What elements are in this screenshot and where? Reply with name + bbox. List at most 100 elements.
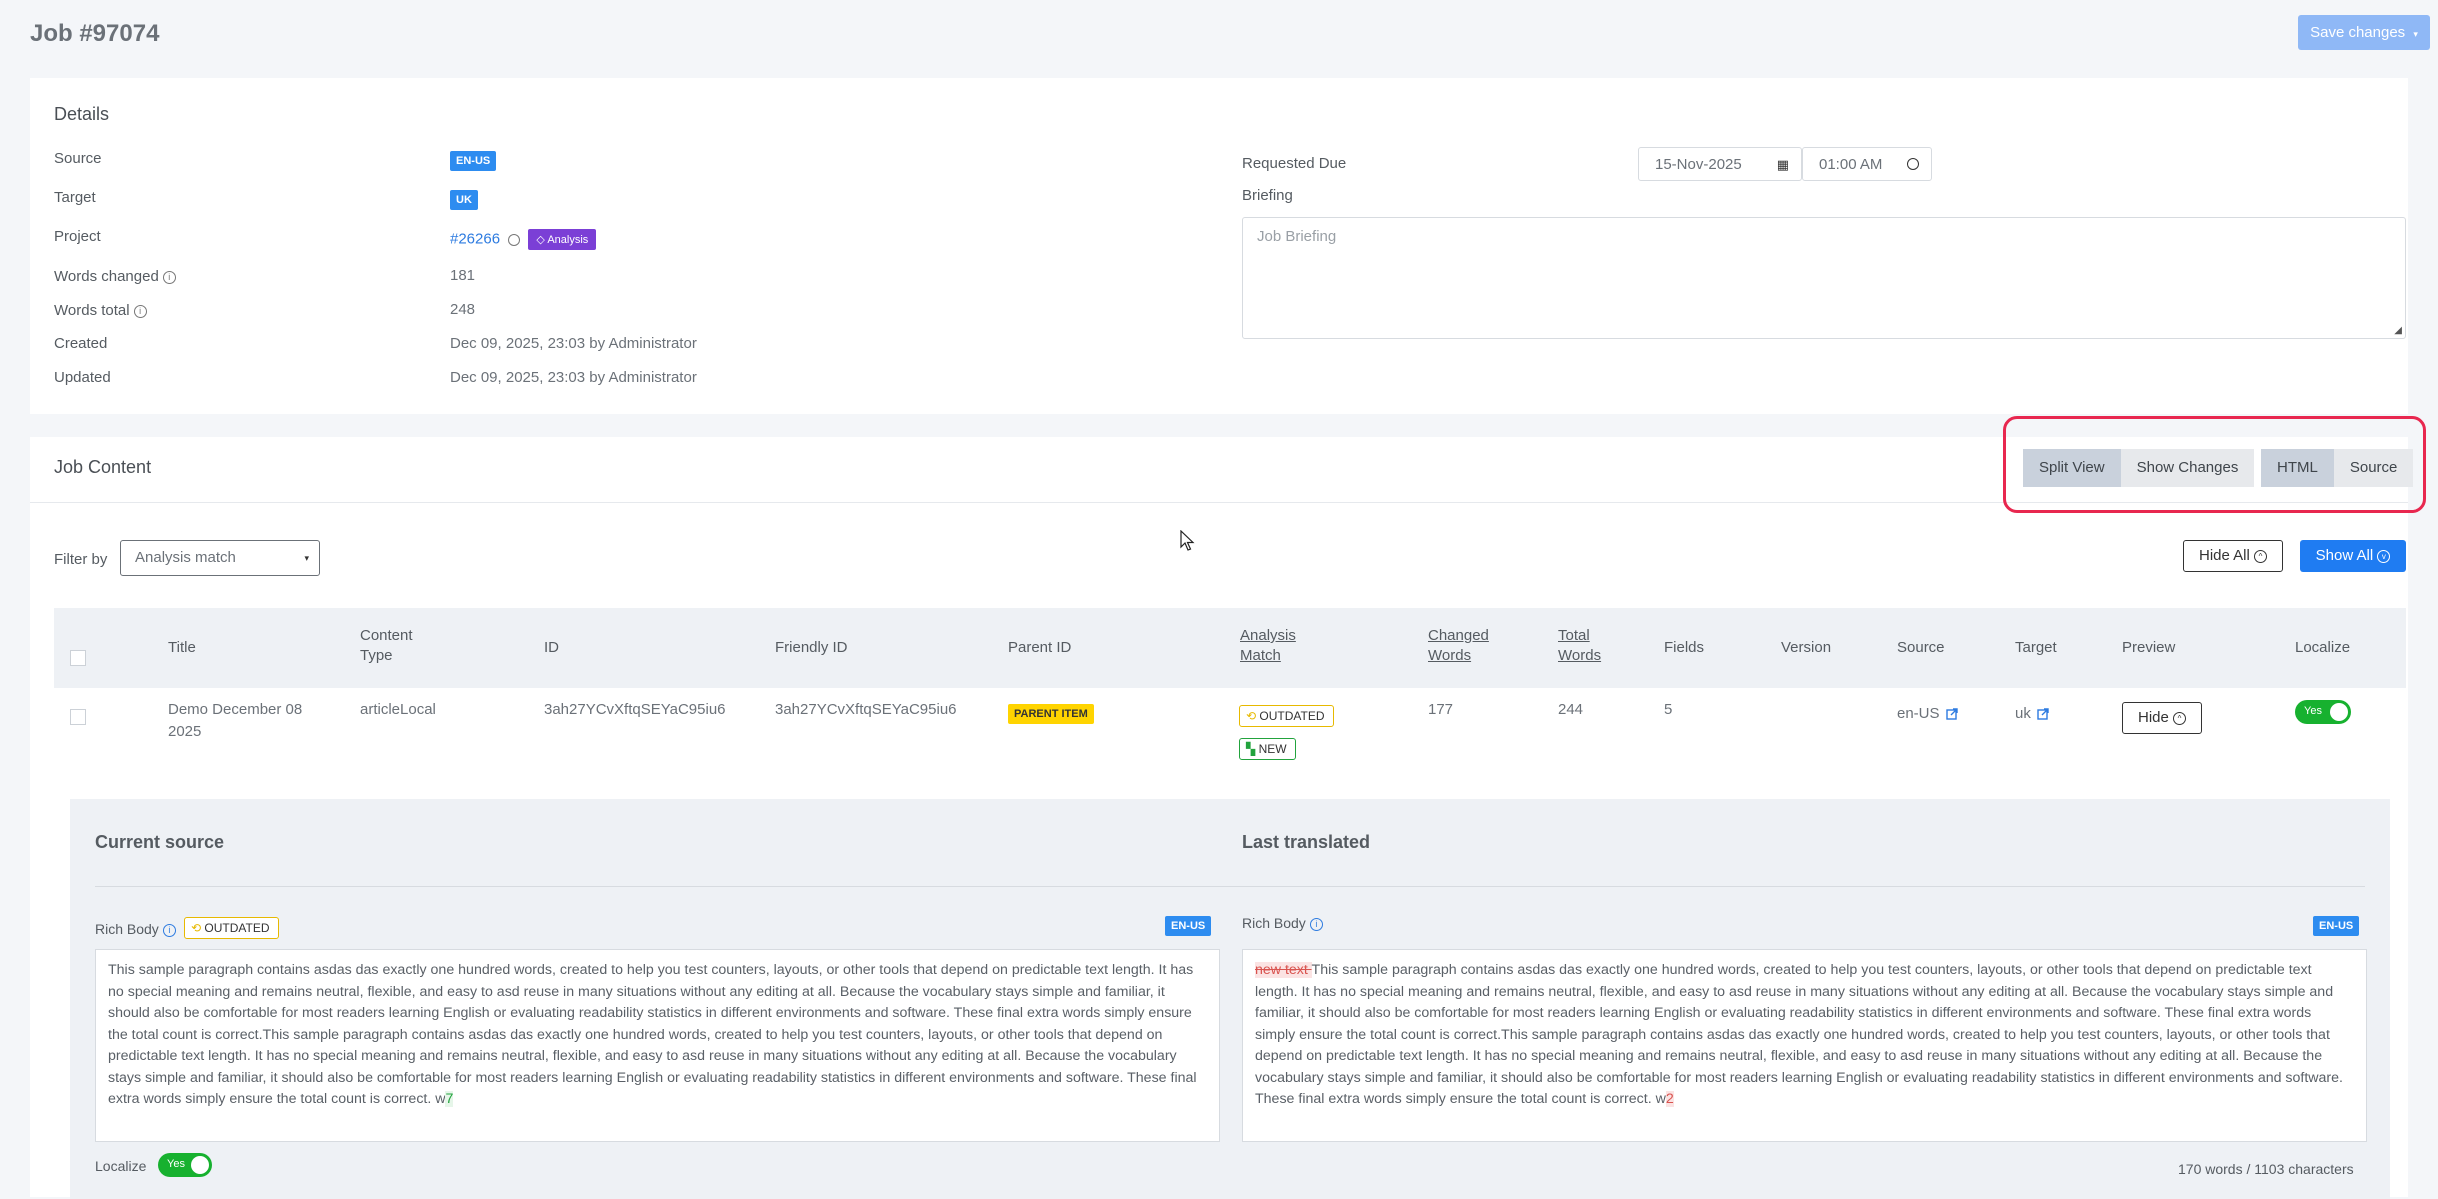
mouse-cursor-icon (1180, 530, 1195, 551)
updated-label: Updated (54, 369, 111, 386)
filter-label: Filter by (54, 551, 108, 568)
row-target-label: uk (2015, 705, 2031, 722)
translated-field-label-text: Rich Body (1242, 915, 1306, 931)
due-date-input[interactable]: 15-Nov-2025 ▦ (1638, 147, 1802, 181)
caret-down-icon: ▾ (2413, 29, 2418, 39)
resize-handle-icon: ◢ (2394, 325, 2402, 336)
col-content-type[interactable]: Content Type (360, 626, 413, 666)
translated-removed-text: new text (1255, 962, 1312, 978)
source-field-label-text: Rich Body (95, 921, 159, 937)
col-total-words[interactable]: Total Words (1558, 626, 1601, 666)
localize-toggle[interactable]: Yes (2295, 700, 2351, 724)
row-friendly-id: 3ah27YCvXftqSEYaC95iu6 (775, 701, 957, 718)
project-link[interactable]: #26266 (450, 230, 500, 247)
top-bar: Job #97074 Save changes ▾ (0, 0, 2438, 70)
parent-item-badge: PARENT ITEM (1008, 704, 1094, 724)
source-text-box[interactable]: This sample paragraph contains asdas das… (95, 949, 1220, 1142)
history-icon: ⟲ (191, 921, 205, 935)
due-time-input[interactable]: 01:00 AM (1802, 147, 1932, 181)
col-fields[interactable]: Fields (1664, 638, 1704, 658)
col-friendly-id[interactable]: Friendly ID (775, 638, 848, 658)
filter-select[interactable]: Analysis match ▾ (120, 540, 320, 576)
translated-text: This sample paragraph contains asdas das… (1255, 962, 2343, 1107)
translated-changed-text: 2 (1665, 1091, 1674, 1107)
chevron-up-circle-icon: ^ (2173, 711, 2187, 725)
outdated-tag: ⟲ OUTDATED (1239, 705, 1334, 727)
source-added-text: 7 (445, 1091, 454, 1107)
show-all-label: Show All (2315, 547, 2374, 564)
row-source[interactable]: en-US (1897, 703, 1958, 725)
source-lang-badge: EN-US (450, 151, 497, 171)
panel-localize-toggle-label: Yes (167, 1158, 185, 1170)
row-target[interactable]: uk (2015, 703, 2049, 725)
table-header: Title Content Type ID Friendly ID Parent … (54, 608, 2406, 688)
target-lang-badge: UK (450, 190, 478, 210)
info-icon: i (1309, 917, 1323, 931)
col-changed-1: Changed (1428, 627, 1489, 644)
col-changed-words[interactable]: Changed Words (1428, 626, 1489, 666)
col-version[interactable]: Version (1781, 638, 1831, 658)
col-localize[interactable]: Localize (2295, 638, 2350, 658)
panel-localize-label: Localize (95, 1158, 147, 1174)
field-outdated-tag: ⟲ OUTDATED (184, 917, 279, 939)
show-all-button[interactable]: Show All v (2300, 540, 2406, 572)
source-lang-badge: EN-US (1165, 916, 1212, 936)
col-source[interactable]: Source (1897, 638, 1945, 658)
field-outdated-label: OUTDATED (204, 921, 270, 935)
row-total-words: 244 (1558, 701, 1584, 718)
col-title[interactable]: Title (168, 638, 196, 658)
col-total-2: Words (1558, 647, 1602, 664)
source-text: This sample paragraph contains asdas das… (108, 962, 1197, 1107)
col-analysis-match[interactable]: Analysis Match (1240, 626, 1296, 666)
analysis-tag: ◇ Analysis (528, 229, 597, 250)
due-time-value: 01:00 AM (1819, 156, 1883, 173)
col-preview[interactable]: Preview (2122, 638, 2175, 658)
current-source-title: Current source (95, 832, 225, 852)
save-changes-button[interactable]: Save changes ▾ (2298, 15, 2430, 50)
last-translated-title: Last translated (1242, 832, 1371, 852)
analysis-tag-label: Analysis (547, 234, 589, 246)
row-changed-words: 177 (1428, 701, 1454, 718)
source-field-label: Rich Body i (95, 921, 176, 937)
page-title: Job #97074 (30, 20, 160, 47)
highlight-annotation (2003, 416, 2426, 513)
select-all-checkbox[interactable] (70, 650, 86, 666)
source-label: Source (54, 150, 102, 167)
details-card: Details Source EN-US Target UK Project #… (30, 78, 2408, 414)
translated-text-box[interactable]: new text This sample paragraph contains … (1242, 949, 2367, 1142)
toggle-knob (191, 1156, 209, 1174)
row-content-type: articleLocal (360, 701, 436, 718)
row-checkbox[interactable] (70, 709, 86, 725)
col-content-type-1: Content (360, 627, 413, 644)
job-content-title: Job Content (54, 457, 152, 477)
panel-localize-toggle[interactable]: Yes (158, 1153, 212, 1177)
col-total-1: Total (1558, 627, 1590, 644)
preview-hide-label: Hide (2137, 709, 2169, 726)
caret-down-icon: ▾ (304, 553, 309, 563)
info-icon: i (162, 923, 176, 937)
row-id-link[interactable]: 3ah27YCvXftqSEYaC95iu6 (544, 699, 726, 721)
row-source-label: en-US (1897, 705, 1940, 722)
info-icon: i (133, 304, 147, 318)
row-title-1: Demo December 08 (168, 701, 303, 718)
chevron-up-circle-icon: ^ (2254, 549, 2268, 563)
col-target[interactable]: Target (2015, 638, 2057, 658)
calendar-icon: ▦ (1776, 157, 1789, 172)
details-title: Details (54, 104, 110, 124)
new-tag-label: NEW (1258, 742, 1287, 756)
outdated-tag-label: OUTDATED (1259, 709, 1325, 723)
col-id[interactable]: ID (544, 638, 559, 658)
preview-hide-button[interactable]: Hide ^ (2122, 702, 2202, 734)
project-label: Project (54, 228, 101, 245)
words-total-label: Words total i (54, 302, 147, 319)
verified-icon (508, 233, 521, 246)
col-parent-id[interactable]: Parent ID (1008, 638, 1071, 658)
translated-field-label: Rich Body i (1242, 915, 1323, 931)
words-total-label-text: Words total (54, 302, 130, 319)
history-icon: ⟲ (1246, 709, 1260, 723)
expanded-preview-panel: Current source Last translated Rich Body… (70, 799, 2390, 1199)
col-analysis-1: Analysis (1240, 627, 1296, 644)
briefing-textarea[interactable]: Job Briefing ◢ (1242, 217, 2406, 339)
hide-all-button[interactable]: Hide All ^ (2183, 540, 2283, 572)
created-value: Dec 09, 2025, 23:03 by Administrator (450, 335, 697, 352)
